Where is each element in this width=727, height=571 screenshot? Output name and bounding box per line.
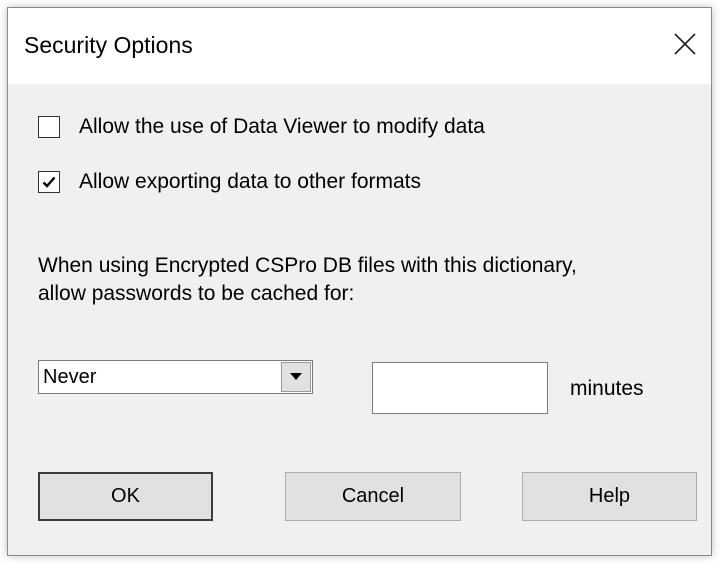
close-icon	[674, 33, 696, 55]
allow-export-checkbox[interactable]	[38, 171, 60, 193]
allow-export-option[interactable]: Allow exporting data to other formats	[38, 167, 421, 197]
triangle-down-icon	[290, 373, 302, 380]
title-bar: Security Options	[8, 8, 711, 84]
cache-description-line-2: allow passwords to be cached for:	[38, 282, 355, 305]
ok-button[interactable]: OK	[38, 472, 213, 521]
dialog-title: Security Options	[24, 32, 193, 58]
allow-modify-checkbox[interactable]	[38, 116, 60, 138]
allow-export-label: Allow exporting data to other formats	[79, 170, 422, 193]
minutes-label: minutes	[570, 377, 644, 400]
close-button[interactable]	[665, 24, 705, 64]
cache-description: When using Encrypted CSPro DB files with…	[38, 252, 577, 308]
cache-description-line-1: When using Encrypted CSPro DB files with…	[38, 254, 577, 277]
cancel-button[interactable]: Cancel	[285, 472, 461, 521]
allow-modify-option[interactable]: Allow the use of Data Viewer to modify d…	[38, 112, 485, 142]
allow-modify-label: Allow the use of Data Viewer to modify d…	[79, 115, 485, 138]
help-button[interactable]: Help	[522, 472, 697, 521]
cache-duration-select[interactable]: Never	[38, 360, 313, 394]
cache-duration-value: Never	[43, 366, 97, 388]
checkmark-icon	[42, 176, 56, 188]
dropdown-button[interactable]	[281, 362, 311, 392]
security-options-dialog: Security Options Allow the use of Data V…	[7, 7, 712, 556]
minutes-input[interactable]	[372, 362, 548, 414]
